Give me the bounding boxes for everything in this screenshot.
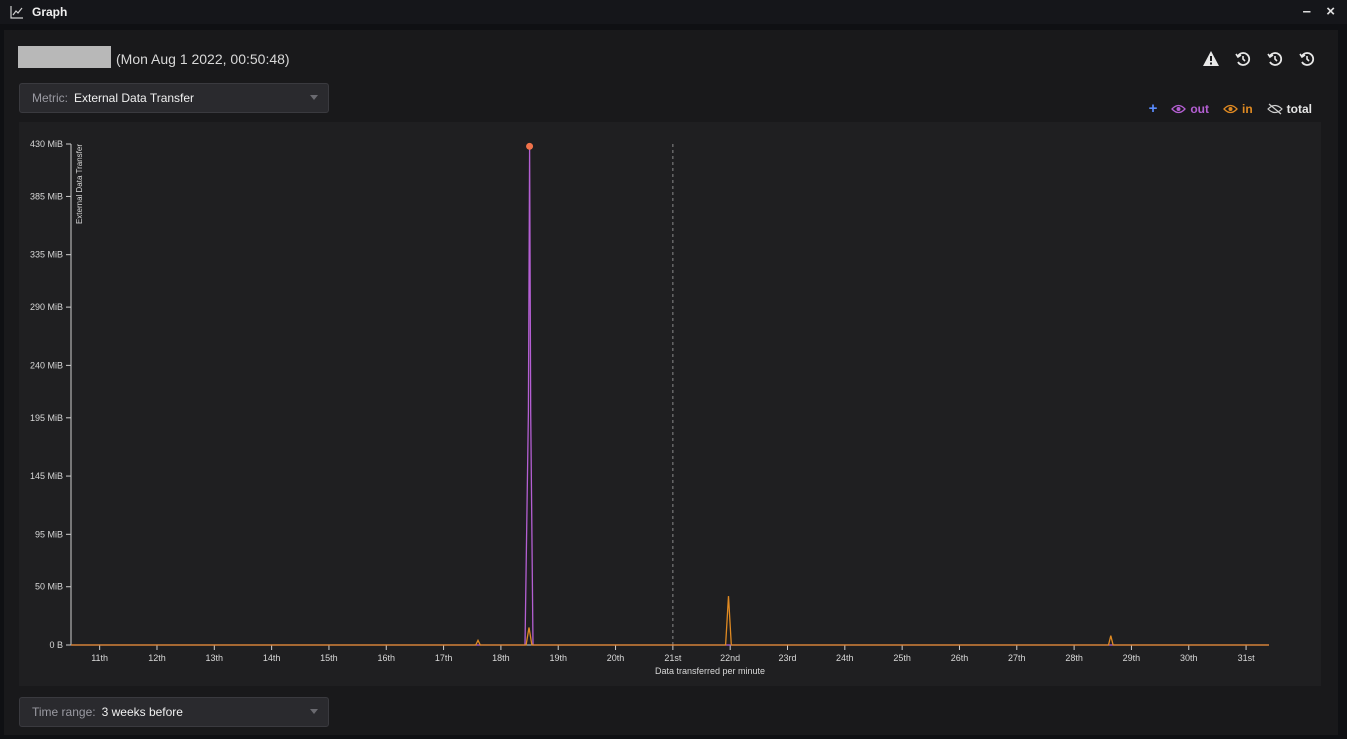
time-range-select-value: 3 weeks before xyxy=(101,705,183,719)
x-tick-label: 13th xyxy=(206,653,224,663)
header-toolbar xyxy=(1202,50,1316,68)
time-range-select-label: Time range: xyxy=(32,705,96,719)
x-tick-label: 17th xyxy=(435,653,453,663)
y-axis-title: External Data Transfer xyxy=(75,144,84,224)
x-tick-label: 16th xyxy=(377,653,395,663)
x-tick-label: 26th xyxy=(951,653,969,663)
legend-label-in: in xyxy=(1241,101,1253,116)
metric-select[interactable]: Metric: External Data Transfer xyxy=(19,83,329,113)
x-tick-label: 15th xyxy=(320,653,338,663)
y-tick-label: 145 MiB xyxy=(30,471,63,481)
legend-item-out[interactable]: out xyxy=(1171,102,1209,116)
peak-point-marker[interactable] xyxy=(526,142,534,150)
line-chart-icon xyxy=(10,6,23,19)
x-tick-label: 21st xyxy=(664,653,682,663)
y-tick-label: 95 MiB xyxy=(35,529,63,539)
legend-item-in[interactable]: in xyxy=(1223,102,1253,116)
legend-label-out: out xyxy=(1190,101,1209,116)
data-transfer-chart: 0 B 50 MiB 95 MiB 145 MiB 195 MiB 240 MiB 290 … xyxy=(30,139,1269,676)
x-tick-label: 31st xyxy=(1238,653,1256,663)
y-tick-label: 335 MiB xyxy=(30,250,63,260)
x-tick-label: 29th xyxy=(1123,653,1141,663)
y-tick-label: 195 MiB xyxy=(30,413,63,423)
time-range-select[interactable]: Time range: 3 weeks before xyxy=(19,697,329,727)
legend-label-total: total xyxy=(1286,101,1312,116)
snapshot-timestamp: (Mon Aug 1 2022, 00:50:48) xyxy=(116,51,290,67)
y-tick-label: 385 MiB xyxy=(30,191,63,201)
legend-item-total[interactable]: total xyxy=(1266,101,1312,116)
y-tick-label: 430 MiB xyxy=(30,139,63,149)
x-tick-label: 24th xyxy=(836,653,854,663)
x-tick-label: 14th xyxy=(263,653,281,663)
minimize-button[interactable]: – xyxy=(1303,3,1311,20)
eye-off-icon xyxy=(1266,103,1283,114)
x-tick-label: 12th xyxy=(148,653,166,663)
add-series-button[interactable]: + xyxy=(1149,100,1158,117)
x-axis-title: Data transferred per minute xyxy=(655,666,765,676)
window-titlebar: Graph – × xyxy=(0,0,1347,24)
history-icon[interactable] xyxy=(1266,50,1284,68)
x-tick-label: 18th xyxy=(492,653,510,663)
metric-select-value: External Data Transfer xyxy=(74,91,195,105)
y-tick-label: 50 MiB xyxy=(35,582,63,592)
graph-panel: (Mon Aug 1 2022, 00:50:48) Metric: Exter… xyxy=(4,30,1338,735)
x-tick-label: 25th xyxy=(893,653,911,663)
warning-icon[interactable] xyxy=(1202,50,1220,68)
close-button[interactable]: × xyxy=(1326,3,1335,20)
x-tick-label: 22nd xyxy=(720,653,740,663)
x-tick-label: 11th xyxy=(91,653,108,663)
chart-area: 0 B 50 MiB 95 MiB 145 MiB 195 MiB 240 MiB 290 … xyxy=(19,122,1321,686)
series-line-out xyxy=(71,146,1269,646)
y-tick-label: 240 MiB xyxy=(30,360,63,370)
series-line-in xyxy=(71,596,1269,646)
metric-select-label: Metric: xyxy=(32,91,68,105)
y-tick-label: 290 MiB xyxy=(30,302,63,312)
window-title: Graph xyxy=(32,5,68,19)
redacted-entity-name xyxy=(18,46,111,68)
eye-icon xyxy=(1223,104,1238,113)
history-icon[interactable] xyxy=(1234,50,1252,68)
series-legend: + out in total xyxy=(1149,100,1312,117)
history-icon[interactable] xyxy=(1298,50,1316,68)
x-tick-label: 27th xyxy=(1008,653,1026,663)
chevron-down-icon xyxy=(310,95,318,100)
x-tick-label: 30th xyxy=(1180,653,1198,663)
y-tick-label: 0 B xyxy=(49,640,63,650)
eye-icon xyxy=(1171,104,1187,113)
x-tick-label: 23rd xyxy=(778,653,796,663)
x-tick-label: 20th xyxy=(607,653,625,663)
chevron-down-icon xyxy=(310,709,318,714)
x-tick-label: 28th xyxy=(1065,653,1083,663)
x-tick-label: 19th xyxy=(549,653,567,663)
